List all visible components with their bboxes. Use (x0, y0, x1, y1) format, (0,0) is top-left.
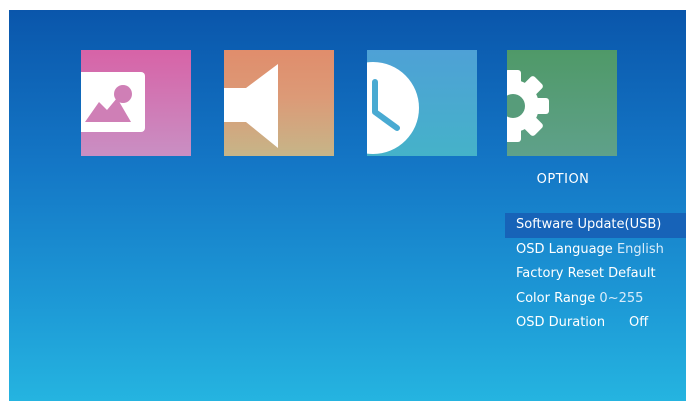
sound-tile[interactable] (224, 50, 334, 156)
menu-item-color-range[interactable]: Color Range 0~255 (505, 287, 686, 312)
menu-item-label: Software Update(USB) (516, 217, 662, 232)
gear-icon (507, 70, 549, 142)
time-tile[interactable] (367, 50, 477, 156)
tv-menu-screen: OPTION Software Update(USB) OSD Language… (9, 10, 686, 401)
picture-icon (81, 72, 145, 132)
menu-item-value: 0~255 (599, 290, 644, 306)
menu-item-factory-reset[interactable]: Factory Reset Default (505, 262, 686, 287)
menu-item-value: English (616, 241, 664, 257)
menu-item-software-update[interactable]: Software Update(USB) (505, 213, 686, 238)
menu-item-osd-language[interactable]: OSD Language English (505, 238, 686, 263)
clock-icon (367, 62, 419, 154)
menu-title: OPTION (536, 172, 590, 187)
picture-tile[interactable] (81, 50, 191, 156)
menu-item-value: Off (629, 315, 649, 330)
option-tile[interactable] (507, 50, 617, 156)
menu-item-label: Factory Reset Default (516, 266, 656, 281)
menu-item-osd-duration[interactable]: OSD Duration Off (505, 311, 686, 336)
speaker-icon (224, 64, 278, 148)
option-menu: Software Update(USB) OSD Language Englis… (505, 213, 686, 336)
menu-item-label: OSD Language (516, 241, 613, 257)
menu-item-label: OSD Duration (516, 315, 606, 330)
menu-item-label: Color Range (516, 290, 596, 306)
